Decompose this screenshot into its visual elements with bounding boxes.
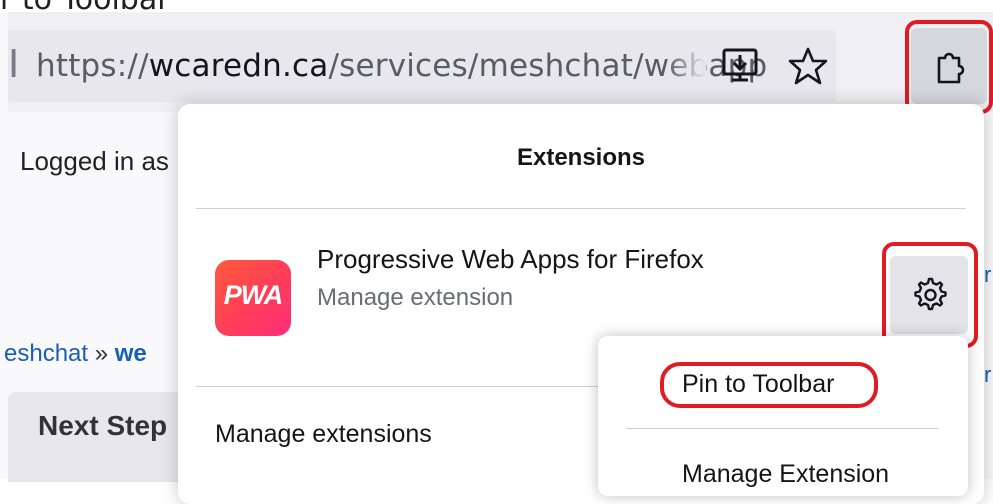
page-edge-letter-2: r — [984, 362, 992, 387]
breadcrumb: eshchat » we — [4, 340, 147, 368]
pwa-logo-text: PWA — [223, 280, 284, 310]
panel-divider-bottom — [196, 386, 616, 387]
url-fade — [666, 30, 706, 102]
page-edge-letter: r — [984, 262, 992, 287]
url-domain: wcaredn.ca — [148, 48, 329, 84]
panel-title: Extensions — [516, 144, 646, 171]
pwa-extension-logo[interactable]: PWA — [215, 260, 291, 336]
logged-in-text: Logged in as — [20, 146, 169, 176]
menu-item-manage-extension[interactable]: Manage Extension — [682, 460, 889, 489]
pin-to-toolbar-highlight — [660, 362, 878, 408]
extension-subtitle: Manage extension — [317, 284, 514, 311]
extensions-button-highlight — [905, 20, 993, 114]
url-text[interactable]: https://wcaredn.ca/services/meshchat/web… — [36, 48, 767, 84]
breadcrumb-link[interactable]: eshchat — [4, 340, 88, 367]
extension-context-menu: Pin to Toolbar Manage Extension — [598, 336, 968, 496]
menu-divider — [626, 428, 938, 429]
url-bar-edge-glyph: I — [8, 42, 20, 86]
next-steps-heading: Next Step — [38, 410, 168, 441]
url-prefix: https:// — [36, 48, 149, 84]
panel-divider-top — [196, 208, 966, 209]
install-app-icon[interactable] — [720, 46, 760, 86]
url-bar[interactable]: I https://wcaredn.ca/services/meshchat/w… — [8, 30, 836, 102]
extension-name[interactable]: Progressive Web Apps for Firefox — [317, 244, 704, 275]
breadcrumb-separator: » — [88, 340, 115, 367]
breadcrumb-current[interactable]: we — [115, 340, 147, 367]
manage-extensions-link[interactable]: Manage extensions — [215, 420, 432, 449]
settings-button-highlight — [882, 242, 978, 348]
star-icon[interactable] — [788, 46, 828, 86]
